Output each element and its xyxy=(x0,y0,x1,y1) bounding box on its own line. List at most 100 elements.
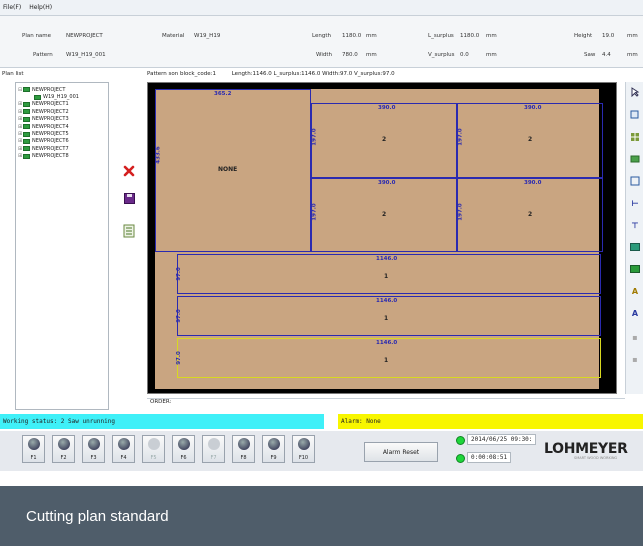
function-key-label: F8 xyxy=(240,455,247,461)
function-key-f2[interactable]: F2 xyxy=(52,435,75,463)
plan-list-item[interactable]: ⊞ NEWPROJECT2 xyxy=(18,108,106,115)
piece-br-top-dim: 390.0 xyxy=(524,180,542,186)
plan-list-tree[interactable]: ⊟ NEWPROJECT W19_H19_001 ⊞ NEWPROJECT1 ⊞ NEWPR… xyxy=(15,82,109,410)
piece-strip2-top-dim: 1146.0 xyxy=(376,298,398,304)
piece-top-right[interactable]: 390.0 197.0 2 xyxy=(457,103,603,178)
layer-icon[interactable] xyxy=(628,152,642,166)
height-unit: mm xyxy=(627,33,638,39)
piece-big-top-dim: 365.2 xyxy=(214,91,232,97)
piece-top-middle[interactable]: 390.0 197.0 2 xyxy=(311,103,457,178)
pointer-icon[interactable] xyxy=(628,85,642,99)
material-value[interactable]: W19_H19 xyxy=(194,33,220,39)
folder-icon xyxy=(34,94,41,100)
plan-list-item-label: NEWPROJECT4 xyxy=(32,123,69,130)
vertical-split-icon[interactable]: ⊤ xyxy=(628,218,642,232)
datetime-display: 2014/06/25 09:30: xyxy=(467,434,537,445)
copy-icon[interactable] xyxy=(628,108,642,122)
function-key-f3[interactable]: F3 xyxy=(82,435,105,463)
length-value[interactable]: 1180.0 xyxy=(342,33,361,39)
plan-list-item-label: NEWPROJECT1 xyxy=(32,101,69,108)
saw-unit: mm xyxy=(627,52,638,58)
piece-bottom-middle[interactable]: 390.0 197.0 2 xyxy=(311,178,457,252)
height-value[interactable]: 19.0 xyxy=(602,33,614,39)
datetime-led xyxy=(456,436,465,445)
order-field[interactable]: ORDER: xyxy=(147,398,625,412)
piece-strip3-side-dim: 97.0 xyxy=(175,351,182,365)
piece-tl-side-dim: 197.0 xyxy=(311,128,318,146)
plan-list-item[interactable]: ⊟ NEWPROJECT xyxy=(18,86,106,93)
grid-icon[interactable] xyxy=(628,130,642,144)
width-unit: mm xyxy=(366,52,377,58)
plan-list-item[interactable]: ⊞ NEWPROJECT6 xyxy=(18,138,106,145)
piece-strip-3[interactable]: 1146.0 97.0 1 xyxy=(175,338,601,378)
plan-list-item[interactable]: ⊞ NEWPROJECT3 xyxy=(18,116,106,123)
horizontal-split-icon[interactable]: ⊢ xyxy=(628,196,642,210)
function-key-f4[interactable]: F4 xyxy=(112,435,135,463)
menu-file[interactable]: File(F) xyxy=(3,4,21,11)
l-surplus-label: L_surplus xyxy=(428,33,454,39)
piece-strip1-side-dim: 97.0 xyxy=(175,267,182,281)
function-key-label: F9 xyxy=(270,455,277,461)
pattern-value[interactable]: W19_H19_001 xyxy=(66,52,106,58)
brand-logo: LOHMEYER xyxy=(544,441,628,457)
menu-help[interactable]: Help(H) xyxy=(29,4,52,11)
plan-list-item[interactable]: ⊞ NEWPROJECT5 xyxy=(18,130,106,137)
plan-list-title: Plan list xyxy=(2,71,24,77)
plan-list-item[interactable]: ⊞ NEWPROJECT7 xyxy=(18,145,106,152)
piece-strip1-top-dim: 1146.0 xyxy=(376,256,398,262)
folder-icon xyxy=(23,87,30,93)
plan-list-item[interactable]: ⊞ NEWPROJECT4 xyxy=(18,123,106,130)
elapsed-led xyxy=(456,454,465,463)
function-key-f6[interactable]: F6 xyxy=(172,435,195,463)
folder-icon xyxy=(23,131,30,137)
function-key-f10[interactable]: F10 xyxy=(292,435,315,463)
piece-strip2-side-dim: 97.0 xyxy=(175,309,182,323)
saw-value[interactable]: 4.4 xyxy=(602,52,611,58)
function-key-label: F3 xyxy=(90,455,97,461)
folder-icon xyxy=(23,101,30,107)
function-key-label: F6 xyxy=(180,455,187,461)
v-surplus-unit: mm xyxy=(486,52,497,58)
piece-strip3-count: 1 xyxy=(384,357,389,364)
board-sheet: 365.2 433.6 NONE 390.0 197.0 2 390.0 197… xyxy=(155,89,603,389)
piece-big[interactable]: 365.2 433.6 NONE xyxy=(155,89,311,252)
l-surplus-unit: mm xyxy=(486,33,497,39)
plan-list-item[interactable]: ⊞ NEWPROJECT8 xyxy=(18,153,106,160)
cutting-plan-canvas[interactable]: 365.2 433.6 NONE 390.0 197.0 2 390.0 197… xyxy=(147,82,617,394)
frame-icon[interactable] xyxy=(628,174,642,188)
plan-list-item-label: NEWPROJECT8 xyxy=(32,153,69,160)
plan-info-panel: Plan name NEWPROJECT Pattern W19_H19_001… xyxy=(0,16,643,68)
fill-alt-icon[interactable] xyxy=(628,262,642,276)
piece-tl-top-dim: 390.0 xyxy=(378,105,396,111)
folder-icon xyxy=(23,153,30,159)
disabled-tool2-icon: ▪ xyxy=(632,354,638,364)
text-b-icon[interactable]: A xyxy=(628,306,642,320)
red-x-icon[interactable] xyxy=(122,164,136,178)
piece-bottom-right[interactable]: 390.0 197.0 2 xyxy=(457,178,603,252)
disk-icon[interactable] xyxy=(122,191,136,205)
cutting-stats: Length:1146.0 L_surplus:1146.0 Width:97.… xyxy=(231,71,395,77)
function-key-label: F7 xyxy=(210,455,217,461)
material-label: Material xyxy=(162,33,185,39)
function-key-icon xyxy=(87,438,100,450)
function-key-f9[interactable]: F9 xyxy=(262,435,285,463)
plan-name-value[interactable]: NEWPROJECT xyxy=(66,33,103,39)
function-key-icon xyxy=(117,438,130,450)
function-key-f1[interactable]: F1 xyxy=(22,435,45,463)
piece-strip-1[interactable]: 1146.0 97.0 1 xyxy=(175,254,601,294)
piece-tl-count: 2 xyxy=(382,136,387,143)
piece-tr-top-dim: 390.0 xyxy=(524,105,542,111)
caption-band: Cutting plan standard xyxy=(0,486,643,546)
function-key-f8[interactable]: F8 xyxy=(232,435,255,463)
function-key-icon xyxy=(177,438,190,450)
piece-strip-2[interactable]: 1146.0 97.0 1 xyxy=(175,296,601,336)
function-key-label: F4 xyxy=(120,455,127,461)
plan-list-item[interactable]: ⊞ NEWPROJECT1 xyxy=(18,101,106,108)
width-value[interactable]: 780.0 xyxy=(342,52,358,58)
fill-icon[interactable] xyxy=(628,240,642,254)
document-icon[interactable] xyxy=(122,224,136,238)
alarm-reset-button[interactable]: Alarm Reset xyxy=(364,442,438,462)
plan-list-item[interactable]: W19_H19_001 xyxy=(18,93,106,100)
text-a-icon[interactable]: A xyxy=(628,284,642,298)
order-label: ORDER: xyxy=(150,399,172,405)
